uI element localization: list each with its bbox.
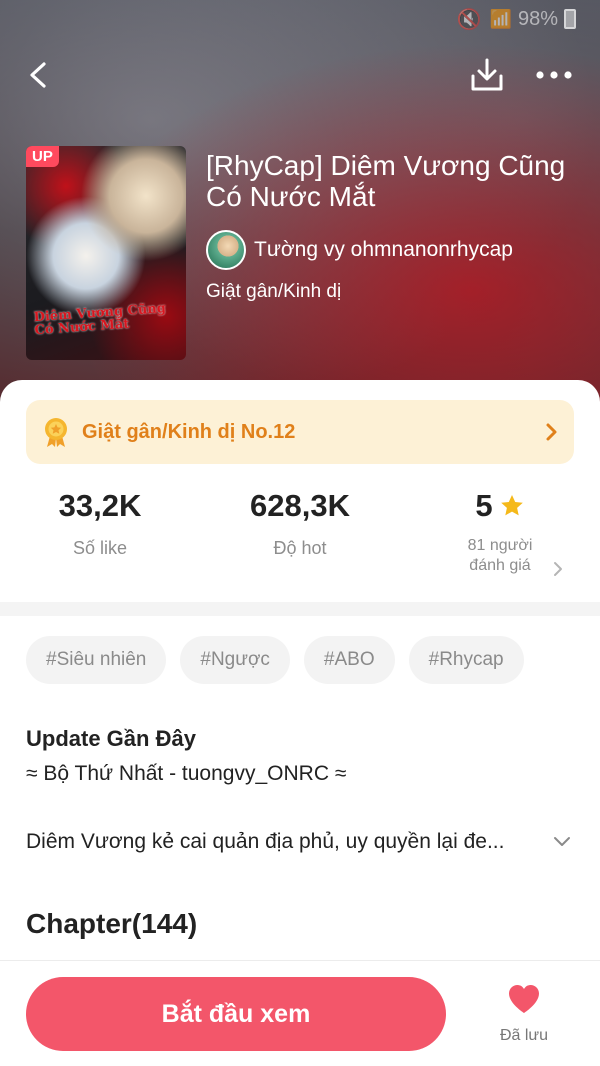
top-navigation [0,52,600,100]
battery-level: 98% [517,7,558,30]
book-cover[interactable]: UP Diêm Vương Cũng Có Nước Mắt [26,146,186,360]
back-icon[interactable] [22,58,56,92]
stat-likes: 33,2K Số like [0,486,200,559]
avatar[interactable] [206,230,246,270]
rating-count: 81 người đánh giá [400,536,600,576]
mute-icon: 🔇 [456,8,482,31]
up-badge: UP [26,146,59,167]
author-name[interactable]: Tường vy ohmnanonrhycap [254,238,513,262]
stat-rating[interactable]: 5 81 người đánh giá [400,486,600,576]
battery-icon [564,9,576,29]
stat-hot: 628,3K Độ hot [200,486,400,559]
section-divider [0,602,600,616]
synopsis-text[interactable]: Diêm Vương kẻ cai quản địa phủ, uy quyền… [26,830,546,854]
tag-sieu-nhien[interactable]: #Siêu nhiên [26,636,167,684]
rank-label: Giật gân/Kinh dị No.12 [82,420,296,443]
chapter-heading[interactable]: Chapter(144) [26,908,197,940]
book-genre: Giật gân/Kinh dị [206,281,342,302]
start-reading-button[interactable]: Bắt đầu xem [26,977,446,1051]
medal-icon [45,418,67,447]
chevron-down-icon[interactable] [552,835,572,849]
heart-icon [509,985,539,1013]
rating-value: 5 [475,488,493,523]
update-text: ≈ Bộ Thứ Nhất - tuongvy_ONRC ≈ [26,762,347,785]
more-icon[interactable] [532,60,576,90]
chevron-right-icon [546,423,557,441]
book-title: [RhyCap] Diêm Vương Cũng Có Nước Mắt [206,150,566,212]
cover-art-title: Diêm Vương Cũng Có Nước Mắt [33,301,167,339]
author-row[interactable]: Tường vy ohmnanonrhycap [206,230,513,270]
tag-rhycap[interactable]: #Rhycap [408,636,524,684]
bottom-action-bar: Bắt đầu xem Đã lưu [0,960,600,1066]
star-icon [500,495,523,516]
tag-nguoc[interactable]: #Ngược [180,636,290,684]
update-heading: Update Gần Đây [26,726,196,751]
tag-list: #Siêu nhiên #Ngược #ABO #Rhycap [26,636,524,684]
tag-abo[interactable]: #ABO [303,636,395,684]
rating-count-line2: đánh giá [469,557,531,574]
chevron-right-icon[interactable] [551,560,565,578]
rank-banner[interactable]: Giật gân/Kinh dị No.12 [26,400,574,464]
wifi-icon: 📶 [489,8,512,29]
download-icon[interactable] [468,56,506,94]
hot-label: Độ hot [273,538,327,558]
save-button[interactable]: Đã lưu [490,983,558,1053]
rating-count-line1: 81 người [467,537,533,554]
save-label: Đã lưu [499,1027,549,1044]
rating-value-row: 5 [475,486,524,526]
likes-label: Số like [72,538,128,558]
status-bar: 🔇 📶 98% [0,0,600,38]
stats-row: 33,2K Số like 628,3K Độ hot 5 81 người đ… [0,486,600,596]
likes-value: 33,2K [58,488,142,523]
hot-value: 628,3K [250,488,350,523]
